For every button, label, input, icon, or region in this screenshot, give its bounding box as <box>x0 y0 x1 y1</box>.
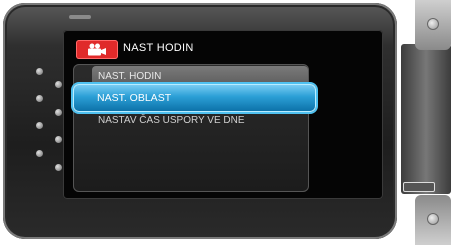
hinge-slot <box>403 182 435 192</box>
menu-title: NAST HODIN <box>123 42 194 54</box>
menu-item-nast-oblast[interactable]: NAST. OBLAST <box>73 84 316 112</box>
hinge-bottom-cap <box>415 195 451 245</box>
side-button-7[interactable] <box>36 150 43 157</box>
screw-icon <box>427 18 439 30</box>
video-camera-icon <box>76 40 118 59</box>
side-button-8[interactable] <box>55 164 62 171</box>
camera-lcd: NAST HODIN NAST. HODIN NAST. OBLAST NAST… <box>0 0 451 245</box>
bezel-slot <box>69 15 91 19</box>
side-button-6[interactable] <box>55 136 62 143</box>
side-button-3[interactable] <box>36 95 43 102</box>
side-button-2[interactable] <box>55 81 62 88</box>
hinge-body <box>401 44 451 194</box>
side-button-5[interactable] <box>36 122 43 129</box>
menu-item-nastav-cas-uspory[interactable]: NASTAV ČAS USPORY VE DNE <box>92 110 308 132</box>
side-button-1[interactable] <box>36 68 43 75</box>
hinge-top-cap <box>415 0 451 50</box>
side-button-4[interactable] <box>55 109 62 116</box>
lcd-hinge <box>401 0 451 245</box>
screw-icon <box>427 213 439 225</box>
